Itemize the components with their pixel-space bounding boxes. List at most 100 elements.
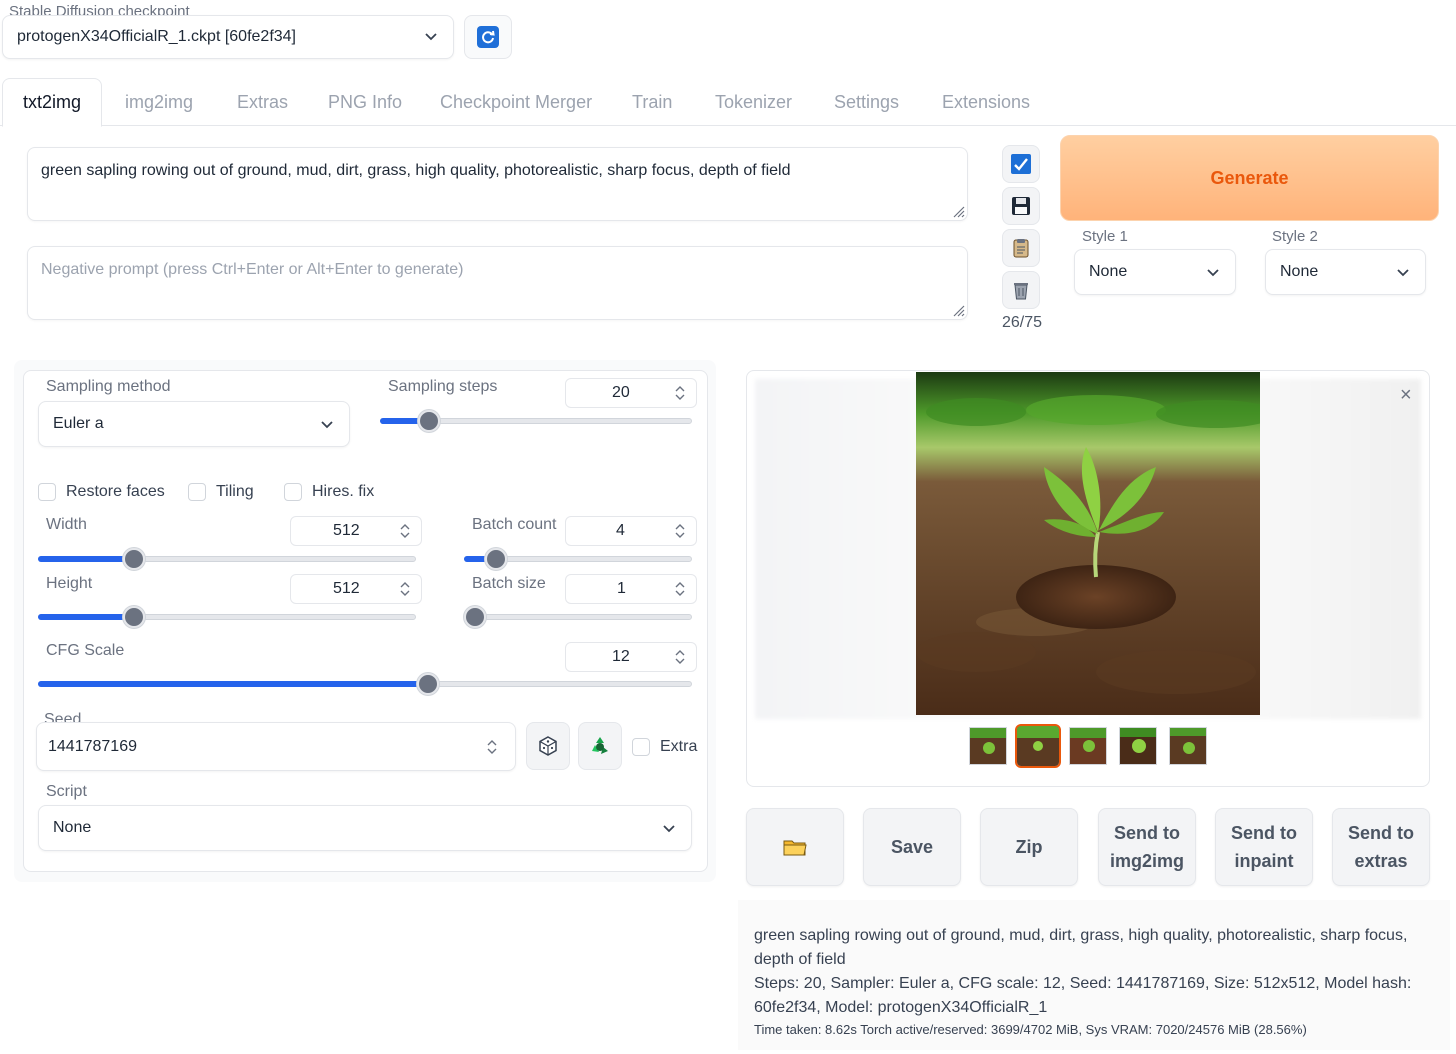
slider-thumb[interactable] (464, 606, 486, 628)
spinner-icon[interactable] (673, 580, 687, 598)
width-slider[interactable] (38, 548, 416, 570)
sampling-steps-value: 20 (612, 384, 630, 401)
style1-select[interactable]: None (1074, 249, 1236, 295)
spinner-icon[interactable] (485, 738, 499, 756)
save-button[interactable]: Save (863, 808, 961, 886)
open-folder-button[interactable] (746, 808, 844, 886)
random-seed-button[interactable] (526, 722, 570, 770)
tab-settings[interactable]: Settings (834, 92, 899, 113)
restore-faces-checkbox[interactable] (38, 483, 56, 501)
negative-prompt-input[interactable]: Negative prompt (press Ctrl+Enter or Alt… (27, 246, 968, 320)
thumbnail-2-selected[interactable] (1015, 724, 1061, 768)
batch-size-label: Batch size (472, 575, 546, 592)
refresh-checkpoint-button[interactable] (464, 15, 512, 59)
thumbnail-1[interactable] (969, 727, 1007, 765)
close-icon[interactable]: × (1400, 384, 1412, 407)
slider-thumb[interactable] (123, 606, 145, 628)
button-label-line1: Send to (1231, 823, 1297, 843)
button-label-line1: Send to (1348, 823, 1414, 843)
generated-image[interactable] (916, 372, 1260, 715)
button-label-line2: img2img (1109, 851, 1184, 871)
sampling-method-value: Euler a (53, 415, 104, 432)
seed-value: 1441787169 (48, 738, 137, 755)
batch-size-input[interactable]: 1 (565, 574, 697, 604)
chevron-down-icon (1207, 269, 1219, 277)
slider-fill (38, 681, 428, 687)
thumbnail-3[interactable] (1069, 727, 1107, 765)
chevron-down-icon (663, 825, 675, 833)
sampling-method-select[interactable]: Euler a (38, 401, 350, 447)
tab-tokenizer[interactable]: Tokenizer (715, 92, 792, 113)
folder-icon (783, 840, 807, 856)
save-style-button[interactable] (1002, 187, 1040, 225)
cfg-scale-label: CFG Scale (46, 642, 125, 659)
send-to-inpaint-button[interactable]: Send to inpaint (1215, 808, 1313, 886)
cfg-scale-input[interactable]: 12 (565, 642, 697, 672)
slider-thumb[interactable] (418, 410, 440, 432)
seed-input[interactable]: 1441787169 (36, 722, 516, 771)
style1-value: None (1089, 263, 1128, 280)
refresh-icon (477, 26, 499, 48)
prompt-input[interactable]: green sapling rowing out of ground, mud,… (27, 147, 968, 221)
sampling-steps-slider[interactable] (380, 410, 692, 432)
slider-thumb[interactable] (417, 673, 439, 695)
extra-seed-label: Extra (660, 738, 698, 755)
apply-styles-button[interactable] (1002, 145, 1040, 183)
spinner-icon[interactable] (673, 384, 687, 402)
thumbnail-4[interactable] (1119, 727, 1157, 765)
checkpoint-value: protogenX34OfficialR_1.ckpt [60fe2f34] (17, 28, 296, 45)
extra-seed-checkbox[interactable] (632, 738, 650, 756)
tiling-label: Tiling (216, 483, 254, 500)
thumbnail-5[interactable] (1169, 727, 1207, 765)
resize-grip-icon[interactable] (949, 202, 965, 218)
clipboard-icon (1013, 239, 1029, 258)
send-to-img2img-button[interactable]: Send to img2img (1098, 808, 1196, 886)
script-select[interactable]: None (38, 805, 692, 851)
tab-train[interactable]: Train (632, 92, 672, 113)
cfg-scale-slider[interactable] (38, 673, 692, 695)
send-to-extras-button[interactable]: Send to extras (1332, 808, 1430, 886)
prompt-text: green sapling rowing out of ground, mud,… (41, 162, 791, 179)
slider-thumb[interactable] (485, 548, 507, 570)
generate-button[interactable]: Generate (1060, 135, 1439, 221)
tiling-checkbox[interactable] (188, 483, 206, 501)
style2-select[interactable]: None (1265, 249, 1426, 295)
hires-fix-checkbox[interactable] (284, 483, 302, 501)
clear-prompt-button[interactable] (1002, 271, 1040, 309)
tab-img2img[interactable]: img2img (125, 92, 193, 113)
style2-label: Style 2 (1272, 228, 1318, 245)
zip-button[interactable]: Zip (980, 808, 1078, 886)
button-label-line2: extras (1354, 851, 1408, 871)
tab-extensions[interactable]: Extensions (942, 92, 1030, 113)
slider-fill (38, 614, 134, 620)
style1-label: Style 1 (1082, 228, 1128, 245)
resize-grip-icon[interactable] (949, 301, 965, 317)
slider-thumb[interactable] (123, 548, 145, 570)
floppy-disk-icon (1012, 197, 1030, 215)
checkpoint-select[interactable]: protogenX34OfficialR_1.ckpt [60fe2f34] (2, 15, 454, 59)
sampling-steps-input[interactable]: 20 (565, 378, 697, 408)
spinner-icon[interactable] (673, 648, 687, 666)
slider-track (464, 614, 692, 620)
reuse-seed-button[interactable] (578, 722, 622, 770)
height-input[interactable]: 512 (290, 574, 422, 604)
width-input[interactable]: 512 (290, 516, 422, 546)
tab-png-info[interactable]: PNG Info (328, 92, 402, 113)
paste-button[interactable] (1002, 229, 1040, 267)
spinner-icon[interactable] (398, 580, 412, 598)
checkbox-icon (1011, 154, 1031, 174)
batch-count-input[interactable]: 4 (565, 516, 697, 546)
tab-txt2img[interactable]: txt2img (2, 78, 103, 127)
spinner-icon[interactable] (398, 522, 412, 540)
batch-count-slider[interactable] (464, 548, 692, 570)
batch-size-value: 1 (617, 580, 626, 597)
chevron-down-icon (321, 421, 333, 429)
slider-fill (38, 556, 134, 562)
batch-size-slider[interactable] (464, 606, 692, 628)
height-slider[interactable] (38, 606, 416, 628)
spinner-icon[interactable] (673, 522, 687, 540)
tab-checkpoint-merger[interactable]: Checkpoint Merger (440, 92, 592, 113)
tab-extras[interactable]: Extras (237, 92, 288, 113)
batch-count-label: Batch count (472, 516, 557, 533)
performance-info: Time taken: 8.62s Torch active/reserved:… (754, 1022, 1307, 1037)
